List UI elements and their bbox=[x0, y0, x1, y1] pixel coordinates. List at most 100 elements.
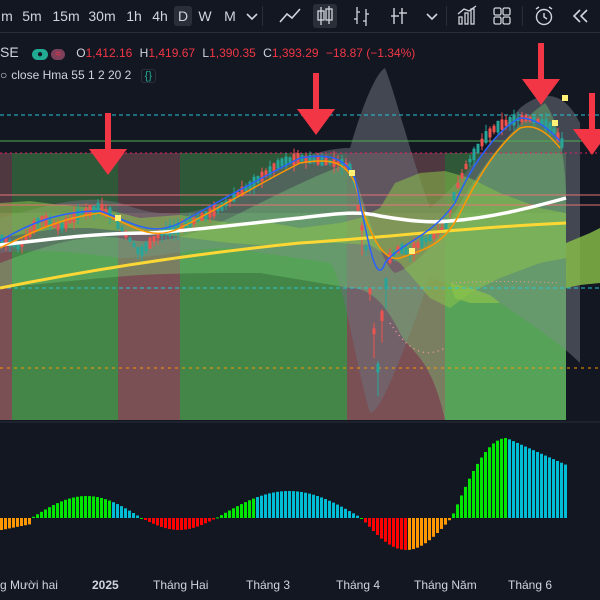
timeframe-M[interactable]: M bbox=[220, 6, 240, 26]
histogram-bar bbox=[228, 510, 231, 518]
candle-body bbox=[128, 237, 132, 242]
candlestick-icon[interactable] bbox=[313, 4, 337, 28]
timeframe-1h[interactable]: 1h bbox=[124, 6, 144, 26]
histogram-bar bbox=[20, 518, 23, 526]
histogram-bar bbox=[328, 500, 331, 518]
candle-body bbox=[552, 128, 556, 134]
histogram-bar bbox=[96, 497, 99, 518]
histogram-bar bbox=[392, 518, 395, 547]
timeframe-15m[interactable]: 15m bbox=[52, 6, 80, 26]
histogram-bar bbox=[368, 518, 371, 527]
histogram-bar bbox=[16, 518, 19, 527]
candle-body bbox=[120, 227, 124, 231]
time-axis[interactable]: g Mười hai 2025 Tháng Hai Tháng 3 Tháng 4 Thá… bbox=[0, 568, 600, 600]
alert-clock-icon[interactable] bbox=[532, 4, 556, 28]
sell-arrow-shaft bbox=[589, 93, 595, 135]
histogram-bar bbox=[88, 496, 91, 518]
histogram-bar bbox=[544, 455, 547, 518]
candle-body bbox=[476, 143, 480, 154]
histogram-bar bbox=[476, 463, 479, 518]
histogram-bar bbox=[512, 441, 515, 518]
candle-body bbox=[140, 246, 144, 256]
histogram-bar bbox=[140, 518, 143, 519]
histogram-bar bbox=[144, 518, 147, 521]
timeframe-4h[interactable]: 4h bbox=[150, 6, 170, 26]
histogram-bar bbox=[0, 518, 3, 530]
high-value: 1,419.67 bbox=[148, 46, 196, 60]
histogram-bar bbox=[492, 443, 495, 518]
candle-body bbox=[416, 242, 420, 248]
symbol-label[interactable]: SE bbox=[0, 44, 19, 60]
collapse-icon[interactable]: {} bbox=[140, 69, 157, 83]
signal-marker bbox=[409, 248, 415, 254]
candle-body bbox=[496, 120, 500, 133]
candle-body bbox=[560, 138, 564, 148]
histogram-bar bbox=[416, 518, 419, 548]
layout-grid-icon[interactable] bbox=[490, 4, 514, 28]
market-status-icon[interactable]: ● bbox=[32, 49, 49, 60]
candle bbox=[484, 124, 488, 145]
candle-body bbox=[16, 244, 20, 250]
histogram-bar bbox=[12, 518, 15, 528]
toolbar-separator bbox=[262, 6, 263, 26]
histogram-bar bbox=[400, 518, 403, 550]
data-source-icon[interactable]: ≈ bbox=[51, 49, 65, 60]
histogram-bar bbox=[40, 511, 43, 518]
histogram-bar bbox=[288, 491, 291, 518]
candle-body bbox=[376, 363, 380, 373]
histogram-bar bbox=[260, 495, 263, 518]
candle bbox=[476, 143, 480, 155]
candle-body bbox=[364, 246, 368, 250]
time-axis-label: Tháng 4 bbox=[336, 578, 381, 592]
timeframe-D[interactable]: D bbox=[174, 6, 192, 26]
histogram-bar bbox=[308, 493, 311, 518]
histogram-bar bbox=[268, 493, 271, 518]
timeframe-5m[interactable]: 5m bbox=[20, 6, 44, 26]
sell-arrow-shaft bbox=[313, 73, 319, 115]
histogram-bar bbox=[92, 496, 95, 518]
toolbar-separator bbox=[446, 6, 447, 26]
histogram-bar bbox=[28, 518, 31, 525]
histogram-bar bbox=[420, 518, 423, 546]
price-chart[interactable] bbox=[0, 33, 600, 568]
timeframe-m[interactable]: m bbox=[0, 6, 14, 26]
time-axis-label: Tháng 6 bbox=[508, 578, 553, 592]
candle-body bbox=[152, 236, 156, 242]
histogram-bar bbox=[504, 438, 507, 518]
indicators-icon[interactable] bbox=[388, 4, 412, 28]
histogram-bar bbox=[284, 491, 287, 518]
candle-body bbox=[92, 206, 96, 213]
chevron-down-icon[interactable] bbox=[420, 4, 444, 28]
signal-marker bbox=[115, 215, 121, 221]
candle-body bbox=[428, 234, 432, 242]
histogram-bar bbox=[468, 478, 471, 518]
candle-body bbox=[368, 288, 372, 295]
signal-marker bbox=[349, 170, 355, 176]
histogram-bar bbox=[320, 497, 323, 518]
histogram-bar bbox=[180, 518, 183, 530]
histogram-bar bbox=[404, 518, 407, 550]
histogram-bar bbox=[352, 513, 355, 518]
indicator-label[interactable]: close Hma 55 1 2 20 2 bbox=[11, 68, 131, 82]
histogram-bar bbox=[560, 462, 563, 518]
histogram-bar bbox=[80, 496, 83, 518]
histogram-bar bbox=[332, 502, 335, 518]
histogram-bar bbox=[200, 518, 203, 526]
low-value: 1,390.35 bbox=[209, 46, 256, 60]
line-chart-icon[interactable] bbox=[278, 4, 302, 28]
histogram-bar bbox=[108, 500, 111, 518]
histogram-bar bbox=[196, 518, 199, 527]
histogram-bar bbox=[460, 495, 463, 518]
financials-icon[interactable] bbox=[455, 4, 479, 28]
open-label: O bbox=[76, 46, 86, 60]
replay-rewind-icon[interactable] bbox=[568, 4, 592, 28]
histogram-bar bbox=[408, 518, 411, 550]
candle-body bbox=[60, 223, 64, 230]
timeframe-30m[interactable]: 30m bbox=[87, 6, 117, 26]
histogram-bar bbox=[444, 518, 447, 525]
chevron-down-icon[interactable] bbox=[240, 4, 264, 28]
timeframe-W[interactable]: W bbox=[196, 6, 214, 26]
sell-arrow-shaft bbox=[538, 43, 544, 85]
bars-icon[interactable] bbox=[350, 4, 374, 28]
histogram-bar bbox=[312, 494, 315, 518]
